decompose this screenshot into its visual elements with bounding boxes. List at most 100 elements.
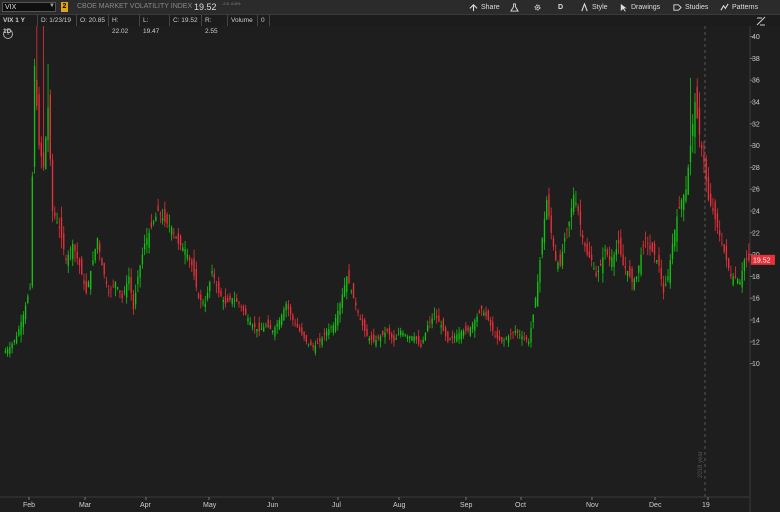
gear-icon <box>534 4 541 10</box>
candle-body <box>485 311 487 317</box>
candle-body <box>202 301 204 304</box>
x-tick-label: Jul <box>332 502 341 509</box>
candle-body <box>83 280 85 284</box>
flask-button[interactable] <box>510 2 519 12</box>
link-group-badge[interactable]: 2 <box>61 2 68 12</box>
axis-settings-icon[interactable] <box>756 16 766 26</box>
candle-body <box>548 193 550 217</box>
candle-body <box>193 258 195 277</box>
candle-body <box>47 107 49 141</box>
candle-body <box>170 227 173 235</box>
candle-body <box>319 338 321 342</box>
candle-body <box>494 335 496 337</box>
chart-title[interactable]: VIX 1 Y 1D <box>0 15 38 35</box>
studies-button[interactable]: Studies <box>673 2 708 12</box>
candle-body <box>49 94 51 160</box>
candle-body <box>606 249 609 255</box>
candle-body <box>229 295 231 301</box>
candle-body <box>348 270 350 284</box>
candle-body <box>721 243 723 244</box>
candle-body <box>99 243 101 252</box>
candle-body <box>595 272 597 277</box>
price-axis: 1012141618202224262830323436384042444648… <box>749 26 775 512</box>
y-tick-label: 16 <box>752 296 760 303</box>
candle-body <box>231 298 233 305</box>
candle-body <box>640 254 642 275</box>
candle-body <box>458 332 460 340</box>
candle-body <box>350 290 352 292</box>
candle-body <box>444 327 447 337</box>
candle-body <box>404 334 406 336</box>
style-label: Style <box>592 3 608 11</box>
x-tick-label: Dec <box>649 502 662 509</box>
candle-body <box>683 194 685 210</box>
share-button[interactable]: Share <box>469 2 500 12</box>
candle-body <box>22 314 25 328</box>
settings-button[interactable] <box>533 2 542 12</box>
info-icon[interactable]: i <box>3 29 13 39</box>
candle-body <box>321 338 323 346</box>
candle-body <box>480 305 483 310</box>
candle-body <box>570 208 573 218</box>
style-button[interactable]: Style <box>580 2 608 12</box>
candle-body <box>561 251 564 266</box>
candle-body <box>274 327 276 337</box>
candle-body <box>552 238 555 247</box>
candle-body <box>346 276 348 292</box>
candle-body <box>714 201 716 220</box>
candle-body <box>155 216 157 222</box>
candle-body <box>332 325 334 333</box>
candle-body <box>730 273 732 277</box>
candle-body <box>357 310 359 313</box>
candle-body <box>546 200 548 220</box>
patterns-icon <box>720 3 729 10</box>
candle-body <box>431 318 433 324</box>
candle-body <box>310 341 312 346</box>
symbol-input[interactable]: VIX <box>2 2 56 12</box>
candle-body <box>271 330 274 333</box>
candle-body <box>256 329 258 332</box>
candle-body <box>72 243 74 260</box>
patterns-button[interactable]: Patterns <box>720 2 758 12</box>
candle-body <box>465 325 467 331</box>
candle-body <box>633 279 635 290</box>
candle-body <box>521 336 523 340</box>
candle-body <box>395 338 397 340</box>
aggregation-button[interactable]: D <box>558 2 563 12</box>
candle-body <box>478 310 481 313</box>
candle-body <box>215 284 218 286</box>
chevron-down-icon[interactable]: ▼ <box>49 3 55 9</box>
candle-body <box>649 245 651 250</box>
candle-body <box>168 225 171 227</box>
candle-body <box>471 323 474 329</box>
candle-body <box>496 331 498 339</box>
candle-body <box>20 321 22 336</box>
candle-body <box>132 293 135 310</box>
candle-body <box>476 316 478 323</box>
candle-body <box>725 245 728 261</box>
y-tick-label: 28 <box>752 165 760 172</box>
style-icon <box>581 2 588 11</box>
candle-body <box>186 254 188 259</box>
candles-layer <box>4 26 750 358</box>
candle-body <box>599 263 602 266</box>
info-close: C: 19.52 <box>170 15 202 26</box>
candle-body <box>685 189 687 202</box>
candle-body <box>442 319 445 331</box>
drawings-button[interactable]: Drawings <box>619 2 660 12</box>
candle-body <box>402 332 404 336</box>
candle-body <box>341 294 343 308</box>
info-range: R: 2.55 <box>202 15 228 35</box>
candle-body <box>507 336 510 343</box>
ohlc-info-bar: VIX 1 Y 1D D: 1/23/19 O: 20.85 H: 22.02 … <box>0 15 780 35</box>
candle-body <box>629 266 631 277</box>
candle-body <box>18 329 20 336</box>
candle-body <box>420 343 422 348</box>
candle-body <box>359 318 361 320</box>
candle-body <box>110 288 112 290</box>
price-chart[interactable]: 1012141618202224262830323436384042444648… <box>0 26 780 512</box>
candle-body <box>415 336 418 340</box>
candle-body <box>689 145 692 163</box>
symbol-value: VIX <box>5 4 17 11</box>
candle-body <box>45 137 47 169</box>
